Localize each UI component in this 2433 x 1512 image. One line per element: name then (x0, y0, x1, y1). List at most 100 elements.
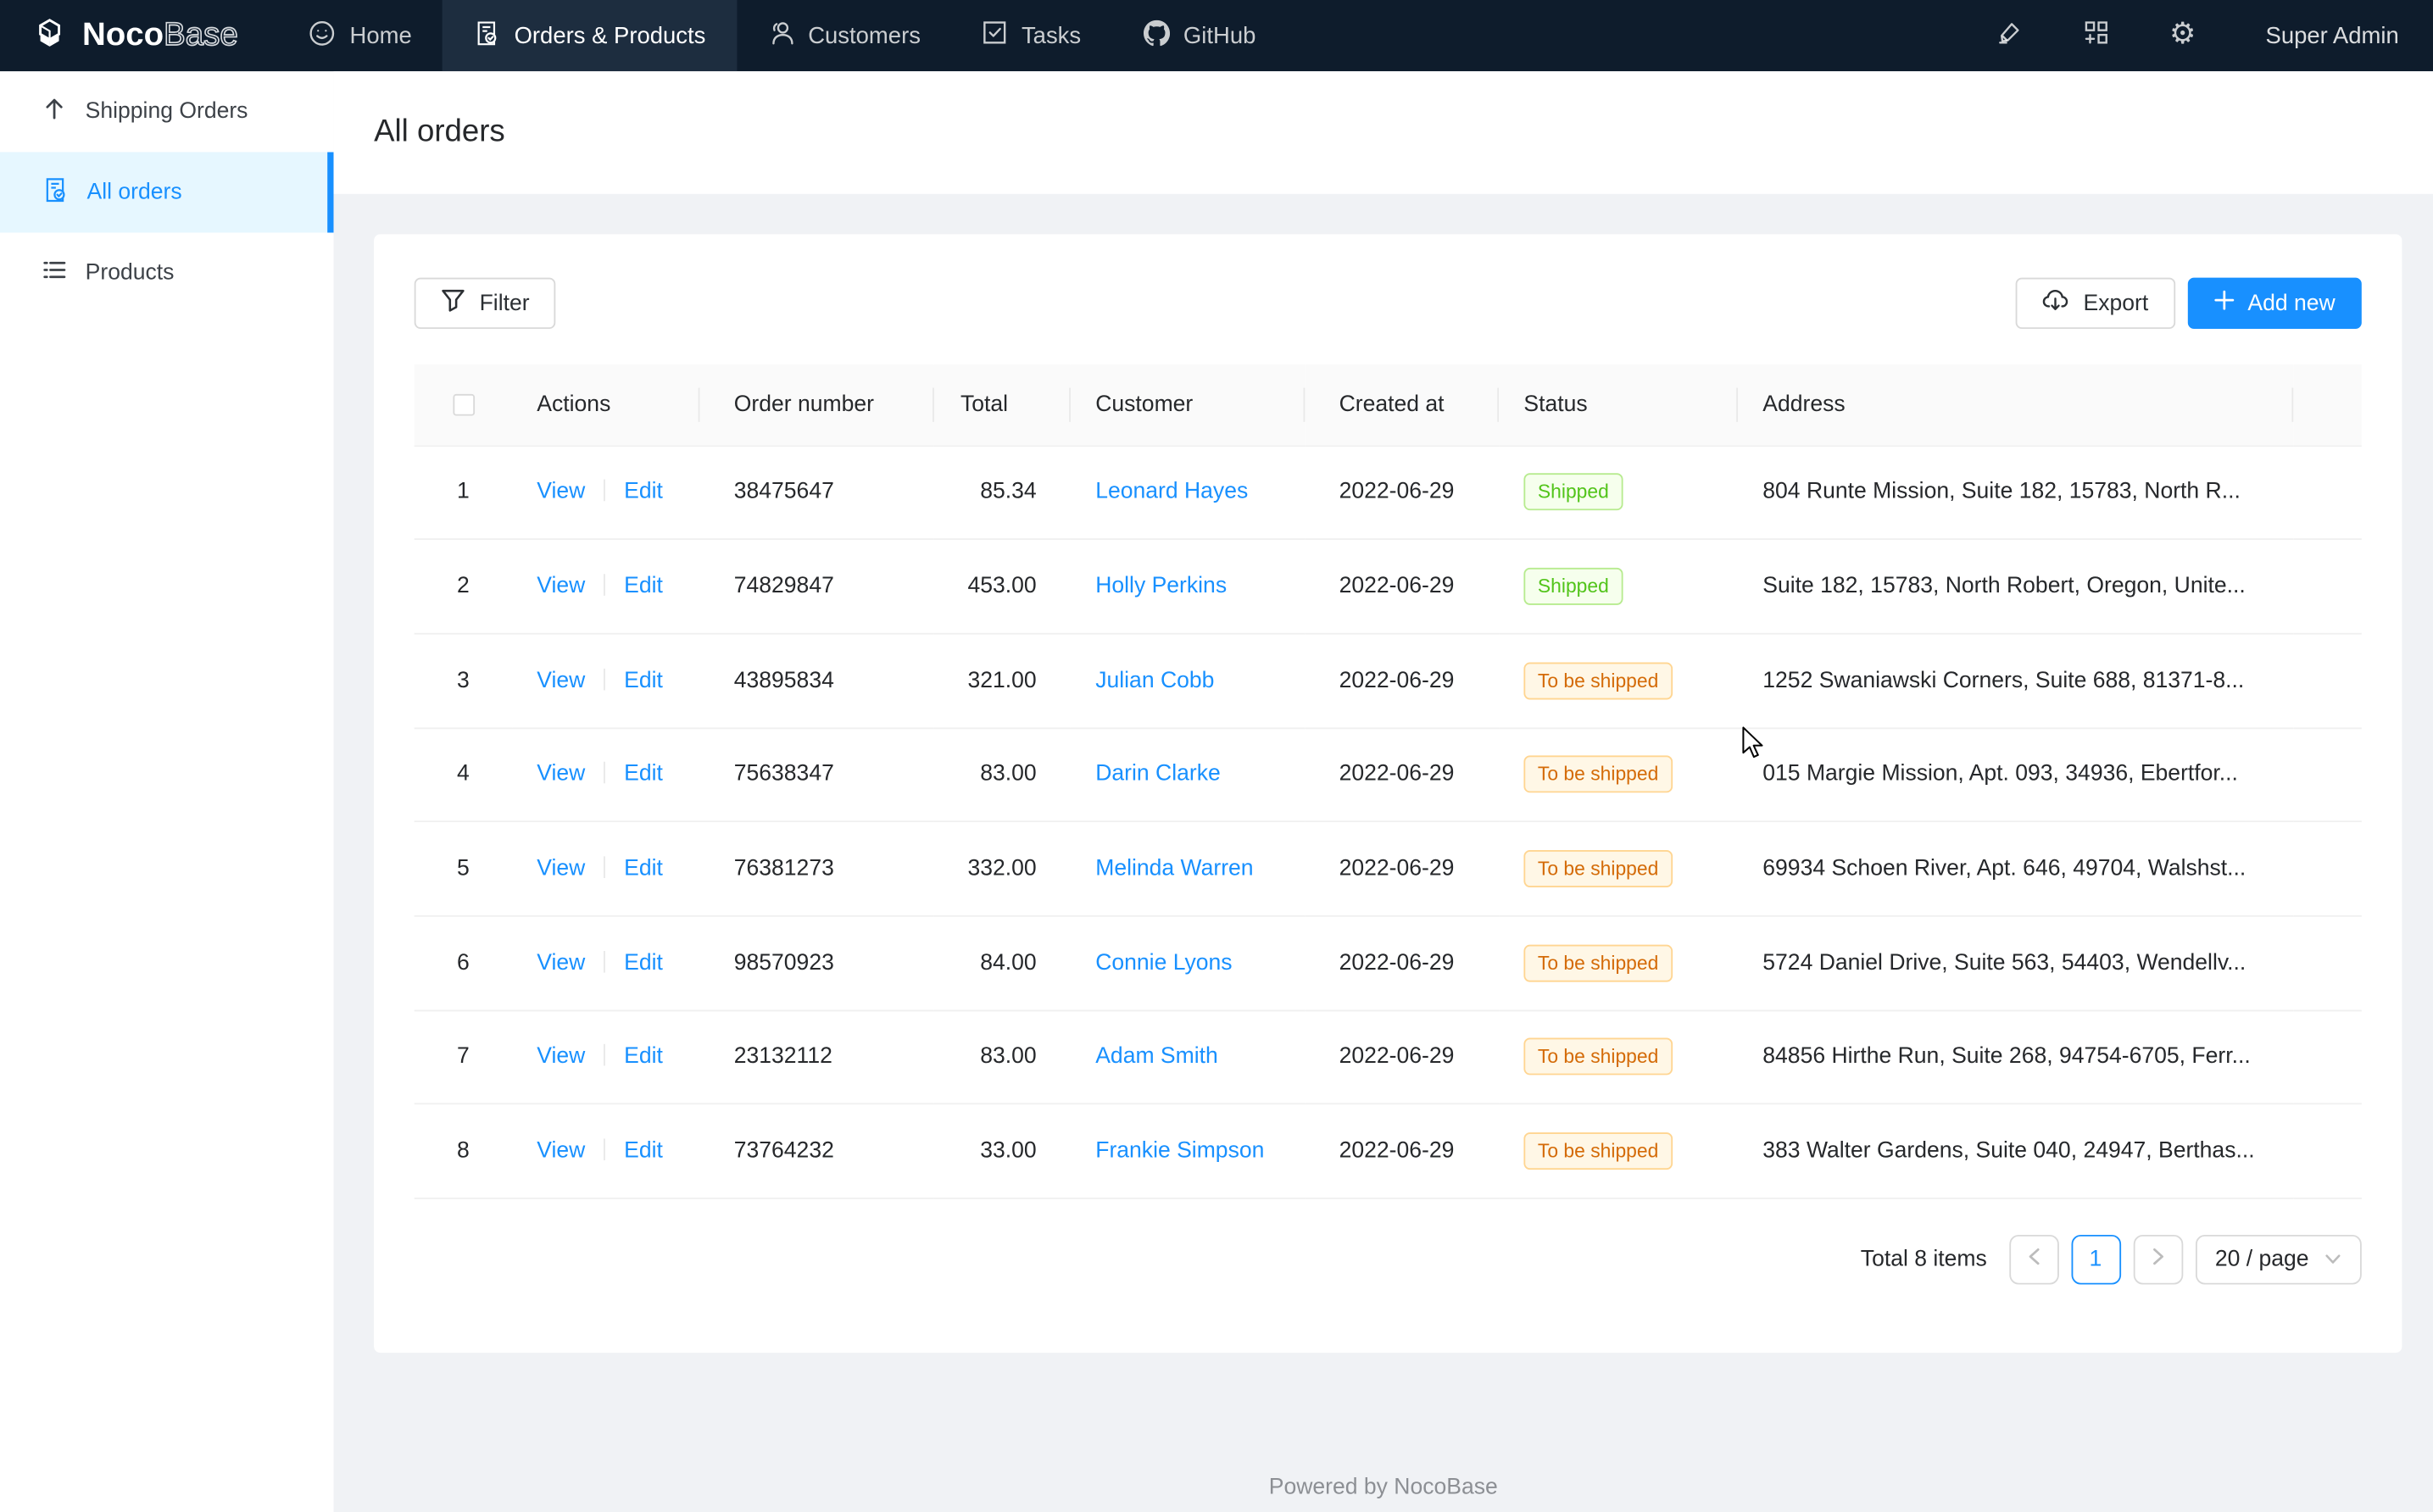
view-link[interactable]: View (537, 574, 585, 598)
sidebar: Shipping Orders All orders Products (0, 71, 334, 1512)
gear-icon: ⚙ (2169, 0, 2196, 71)
column-header-address: Address (1738, 364, 2293, 445)
table-row: 5 ViewEdit 76381273 332.00 Melinda Warre… (415, 822, 2362, 916)
brand-name: NocoBase (82, 0, 238, 71)
chevron-left-icon (2026, 1248, 2041, 1272)
customer-link[interactable]: Holly Perkins (1095, 574, 1227, 598)
status-badge: To be shipped (1523, 1132, 1672, 1170)
order-number-cell: 43895834 (699, 633, 933, 727)
customer-link[interactable]: Melinda Warren (1095, 857, 1253, 881)
row-index: 4 (415, 728, 512, 822)
column-header-actions: Actions (512, 364, 699, 445)
created-at-cell: 2022-06-29 (1305, 633, 1499, 727)
address-cell: 015 Margie Mission, Apt. 093, 34936, Ebe… (1738, 728, 2293, 822)
row-index: 5 (415, 822, 512, 916)
plus-icon (2213, 290, 2234, 316)
row-index: 2 (415, 539, 512, 633)
customer-link[interactable]: Adam Smith (1095, 1045, 1218, 1070)
nocobase-logo[interactable]: NocoBase (0, 0, 278, 71)
add-new-button[interactable]: Add new (2187, 278, 2362, 329)
nav-menu: Home Orders & Products (278, 0, 1287, 71)
edit-link[interactable]: Edit (624, 1045, 663, 1070)
address-cell: 69934 Schoen River, Apt. 646, 49704, Wal… (1738, 822, 2293, 916)
toolbar-right: Export Add new (2015, 278, 2362, 329)
created-at-cell: 2022-06-29 (1305, 916, 1499, 1010)
nav-item-orders-products[interactable]: Orders & Products (443, 0, 737, 71)
orders-table-card: Filter Export (374, 234, 2402, 1353)
sidebar-item-products[interactable]: Products (0, 233, 334, 314)
page-size-select[interactable]: 20 / page (2195, 1235, 2362, 1285)
view-link[interactable]: View (537, 762, 585, 787)
page-1-button[interactable]: 1 (2071, 1235, 2121, 1285)
customer-link[interactable]: Julian Cobb (1095, 668, 1214, 692)
view-link[interactable]: View (537, 857, 585, 881)
edit-link[interactable]: Edit (624, 480, 663, 504)
select-all-checkbox[interactable] (453, 393, 475, 415)
pagination: Total 8 items 1 20 / page (415, 1235, 2362, 1285)
chevron-down-icon (2324, 1248, 2341, 1272)
created-at-cell: 2022-06-29 (1305, 539, 1499, 633)
address-cell: 804 Runte Mission, Suite 182, 15783, Nor… (1738, 445, 2293, 539)
filter-button[interactable]: Filter (415, 278, 556, 329)
smiley-icon (309, 19, 336, 52)
view-link[interactable]: View (537, 951, 585, 976)
user-icon (768, 19, 794, 52)
column-header-customer: Customer (1071, 364, 1305, 445)
customer-link[interactable]: Connie Lyons (1095, 951, 1232, 976)
created-at-cell: 2022-06-29 (1305, 1010, 1499, 1104)
divider (604, 951, 605, 973)
view-link[interactable]: View (537, 1139, 585, 1164)
ui-editor-button[interactable] (1966, 0, 2053, 71)
status-badge: Shipped (1523, 568, 1623, 605)
next-page-button[interactable] (2133, 1235, 2183, 1285)
view-link[interactable]: View (537, 668, 585, 692)
row-index: 3 (415, 633, 512, 727)
nav-item-tasks[interactable]: Tasks (952, 0, 1112, 71)
created-at-cell: 2022-06-29 (1305, 822, 1499, 916)
edit-link[interactable]: Edit (624, 857, 663, 881)
highlighter-icon (1996, 18, 2024, 53)
status-badge: To be shipped (1523, 662, 1672, 699)
column-header-created-at: Created at (1305, 364, 1499, 445)
total-cell: 321.00 (934, 633, 1071, 727)
pagination-total: Total 8 items (1861, 1248, 1987, 1272)
order-number-cell: 73764232 (699, 1104, 933, 1198)
main-content: All orders Filter (334, 71, 2433, 1512)
view-link[interactable]: View (537, 1045, 585, 1070)
edit-link[interactable]: Edit (624, 668, 663, 692)
check-square-icon (983, 20, 1007, 52)
export-button[interactable]: Export (2015, 278, 2174, 329)
customer-link[interactable]: Leonard Hayes (1095, 480, 1248, 504)
nav-item-home[interactable]: Home (278, 0, 443, 71)
nav-item-customers[interactable]: Customers (737, 0, 952, 71)
nav-item-github[interactable]: GitHub (1112, 0, 1287, 71)
prev-page-button[interactable] (2008, 1235, 2058, 1285)
sidebar-item-shipping-orders[interactable]: Shipping Orders (0, 71, 334, 152)
view-link[interactable]: View (537, 480, 585, 504)
blocks-add-icon (2082, 18, 2110, 53)
title-bar: All orders (334, 71, 2433, 194)
total-cell: 84.00 (934, 916, 1071, 1010)
app-window: NocoBase Home (0, 0, 2433, 1512)
edit-link[interactable]: Edit (624, 574, 663, 598)
settings-button[interactable]: ⚙ (2140, 0, 2225, 71)
table-toolbar: Filter Export (415, 278, 2362, 329)
customer-link[interactable]: Frankie Simpson (1095, 1139, 1264, 1164)
file-done-icon (474, 19, 500, 52)
github-icon (1143, 19, 1169, 52)
powered-by-footer: Powered by NocoBase (334, 1476, 2433, 1500)
edit-link[interactable]: Edit (624, 762, 663, 787)
status-badge: To be shipped (1523, 850, 1672, 887)
customer-link[interactable]: Darin Clarke (1095, 762, 1221, 787)
total-cell: 83.00 (934, 728, 1071, 822)
plugins-button[interactable] (2053, 0, 2141, 71)
edit-link[interactable]: Edit (624, 951, 663, 976)
table-row: 6 ViewEdit 98570923 84.00 Connie Lyons 2… (415, 916, 2362, 1010)
created-at-cell: 2022-06-29 (1305, 728, 1499, 822)
sidebar-item-all-orders[interactable]: All orders (0, 152, 334, 232)
total-cell: 453.00 (934, 539, 1071, 633)
user-menu[interactable]: Super Admin (2225, 23, 2433, 49)
edit-link[interactable]: Edit (624, 1139, 663, 1164)
address-cell: Suite 182, 15783, North Robert, Oregon, … (1738, 539, 2293, 633)
total-cell: 33.00 (934, 1104, 1071, 1198)
